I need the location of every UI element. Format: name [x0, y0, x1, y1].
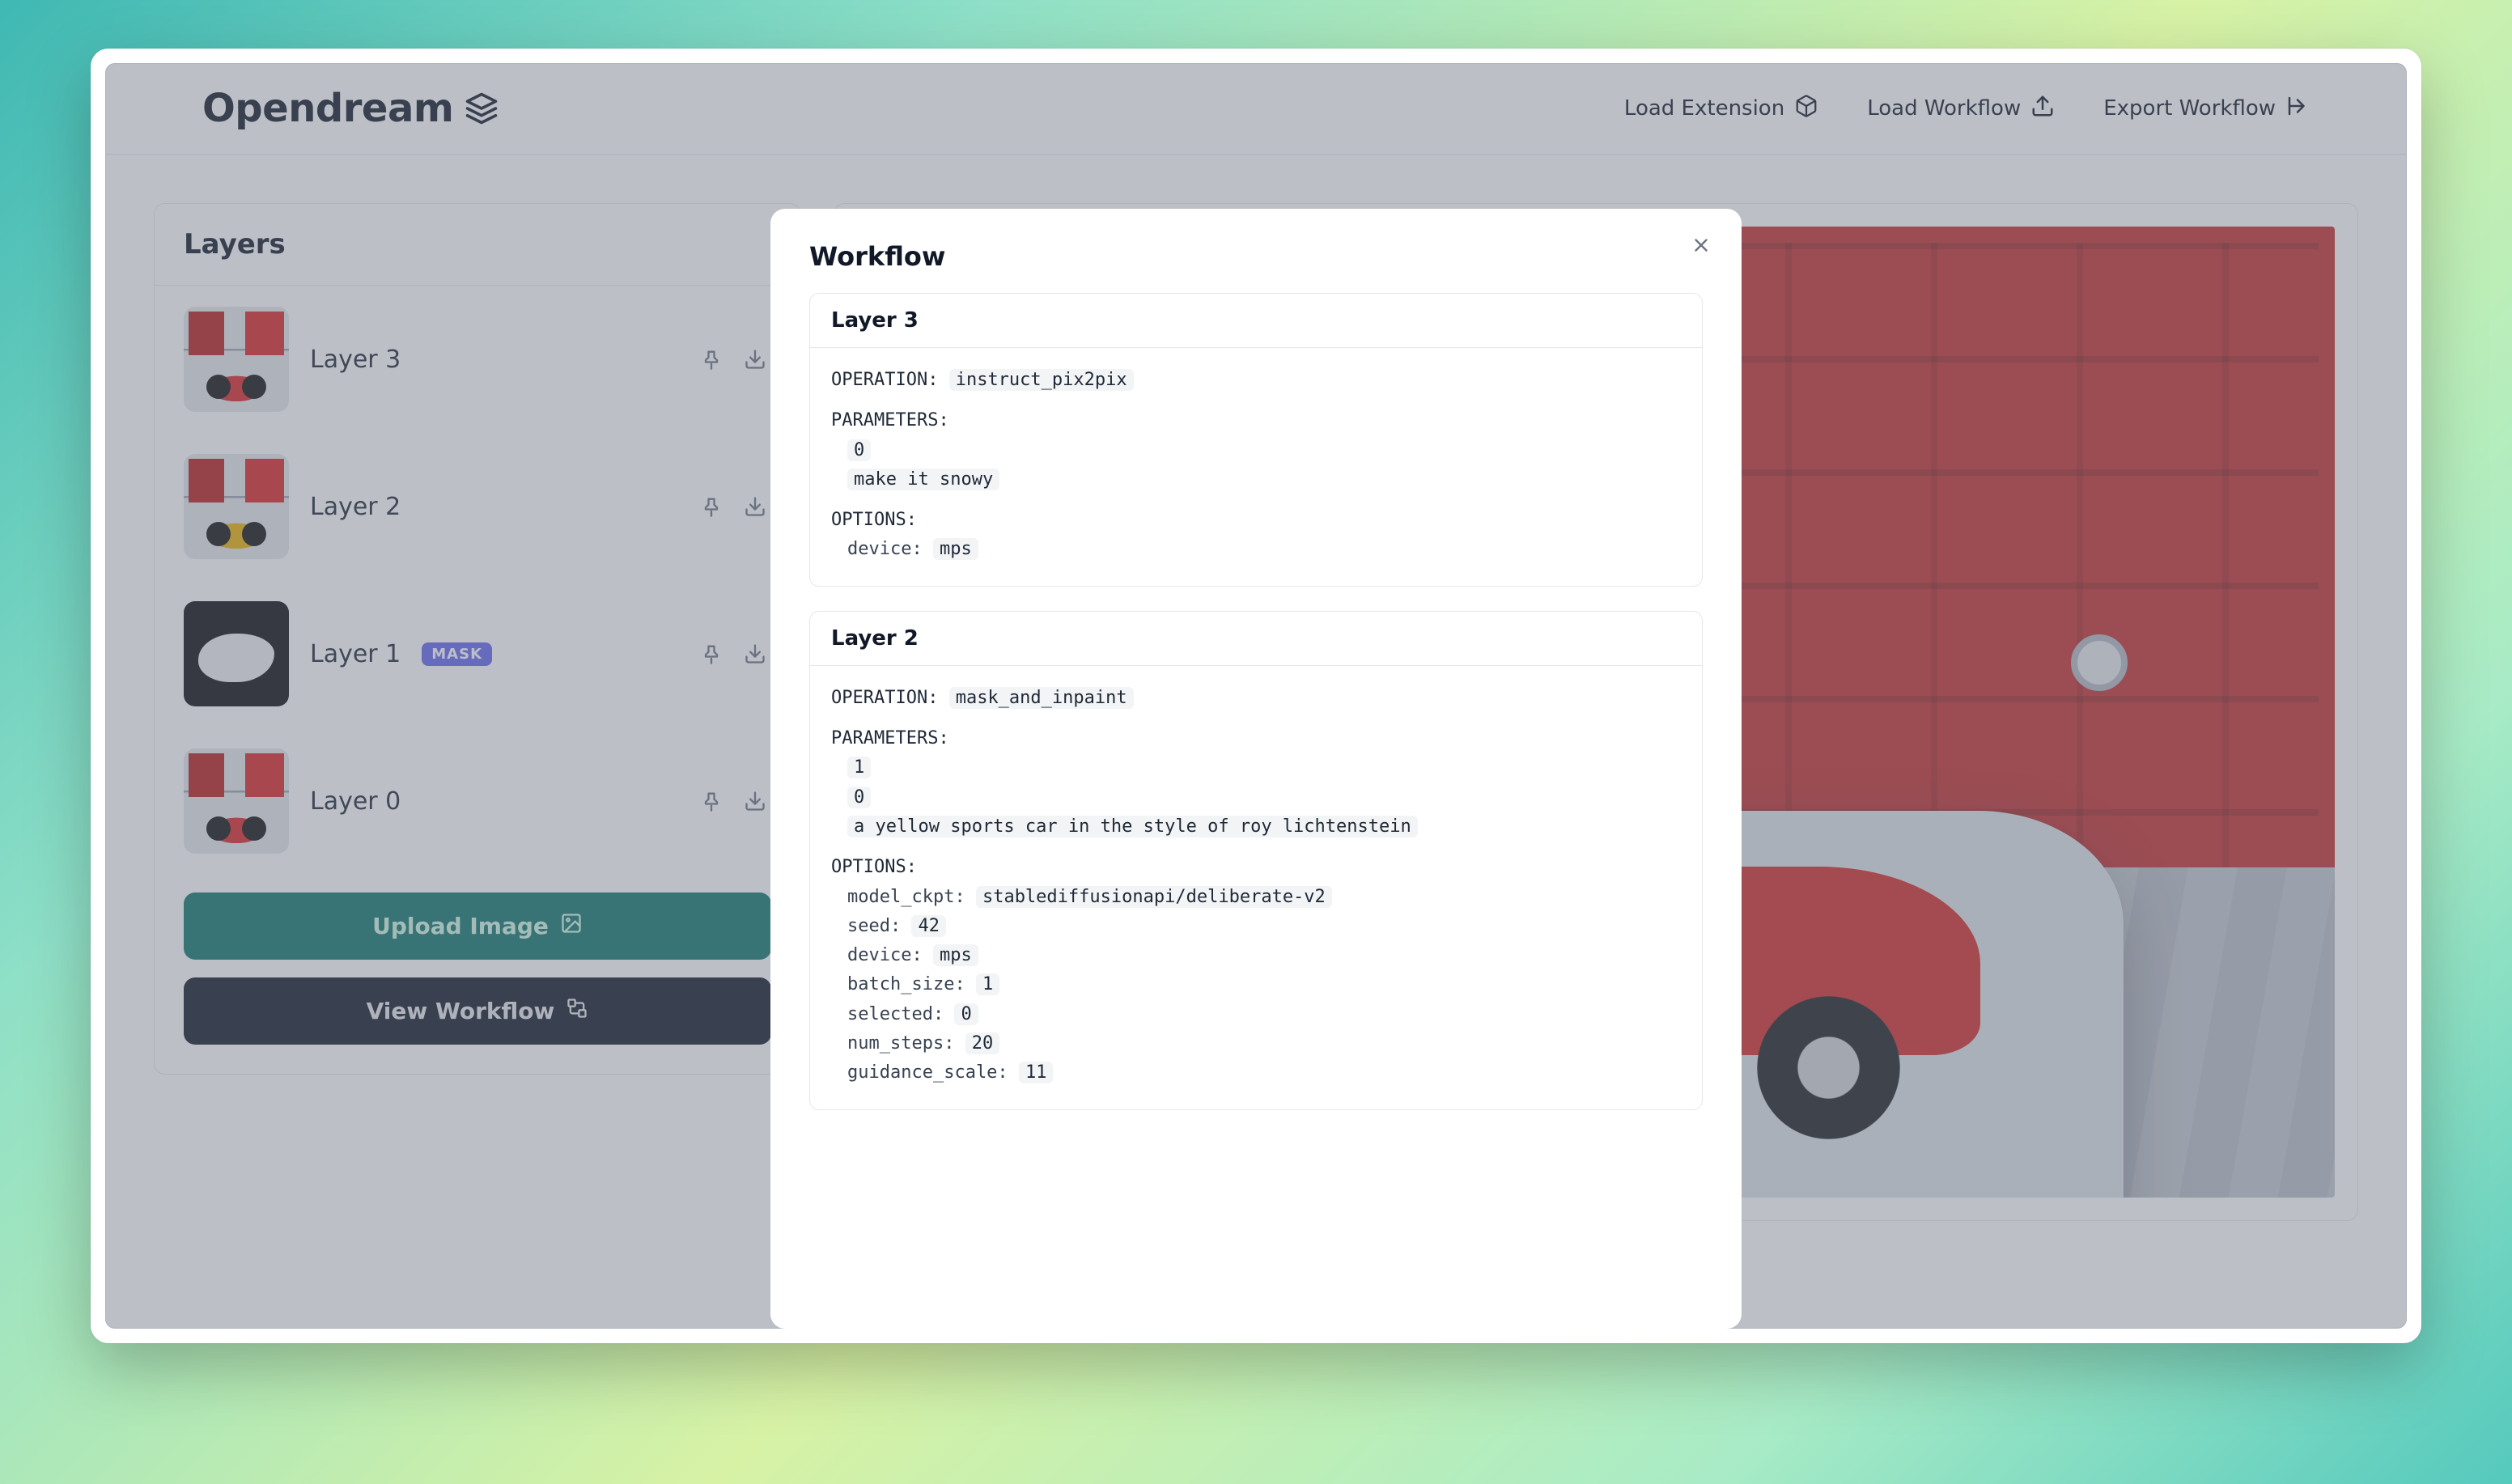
option-key: selected: [847, 1004, 944, 1024]
option-value: 20 [965, 1032, 1000, 1054]
option-key: device: [847, 539, 923, 559]
option-key: model_ckpt: [847, 887, 965, 907]
option-value: 0 [954, 1003, 978, 1025]
option-value: 1 [976, 973, 999, 995]
workflow-card-body: OPERATION: instruct_pix2pix PARAMETERS: … [810, 348, 1702, 586]
option-value: 42 [911, 915, 946, 937]
modal-overlay[interactable]: Workflow Layer 3 OPERATION: instruct_pix… [105, 63, 2407, 1329]
param-value: make it snowy [847, 469, 999, 490]
option-key: guidance_scale: [847, 1062, 1008, 1083]
options-label: OPTIONS: [831, 506, 1681, 535]
operation-value: instruct_pix2pix [949, 369, 1134, 391]
operation-label: OPERATION: [831, 688, 938, 708]
app-frame: Opendream Load Extension [105, 63, 2407, 1329]
option-value: mps [933, 944, 978, 966]
workflow-card: Layer 3 OPERATION: instruct_pix2pix PARA… [809, 293, 1703, 587]
parameters-label: PARAMETERS: [831, 406, 1681, 435]
workflow-card-title: Layer 2 [810, 612, 1702, 666]
workflow-card: Layer 2 OPERATION: mask_and_inpaint PARA… [809, 611, 1703, 1110]
option-key: batch_size: [847, 974, 965, 994]
workflow-modal: Workflow Layer 3 OPERATION: instruct_pix… [770, 209, 1742, 1329]
option-key: device: [847, 945, 923, 965]
option-value: stablediffusionapi/deliberate-v2 [976, 886, 1332, 908]
operation-label: OPERATION: [831, 370, 938, 390]
operation-value: mask_and_inpaint [949, 687, 1134, 709]
option-value: mps [933, 538, 978, 560]
param-value: 1 [847, 757, 871, 778]
options-label: OPTIONS: [831, 853, 1681, 882]
option-key: num_steps: [847, 1033, 954, 1054]
close-button[interactable] [1685, 230, 1717, 262]
param-value: 0 [847, 439, 871, 461]
modal-title: Workflow [809, 241, 1703, 272]
param-value: 0 [847, 787, 871, 808]
parameters-label: PARAMETERS: [831, 724, 1681, 753]
workflow-card-body: OPERATION: mask_and_inpaint PARAMETERS: … [810, 666, 1702, 1109]
param-value: a yellow sports car in the style of roy … [847, 816, 1418, 837]
app-window: Opendream Load Extension [91, 49, 2421, 1343]
workflow-card-title: Layer 3 [810, 294, 1702, 348]
close-icon [1691, 235, 1712, 258]
option-value: 11 [1019, 1062, 1054, 1083]
option-key: seed: [847, 916, 901, 936]
